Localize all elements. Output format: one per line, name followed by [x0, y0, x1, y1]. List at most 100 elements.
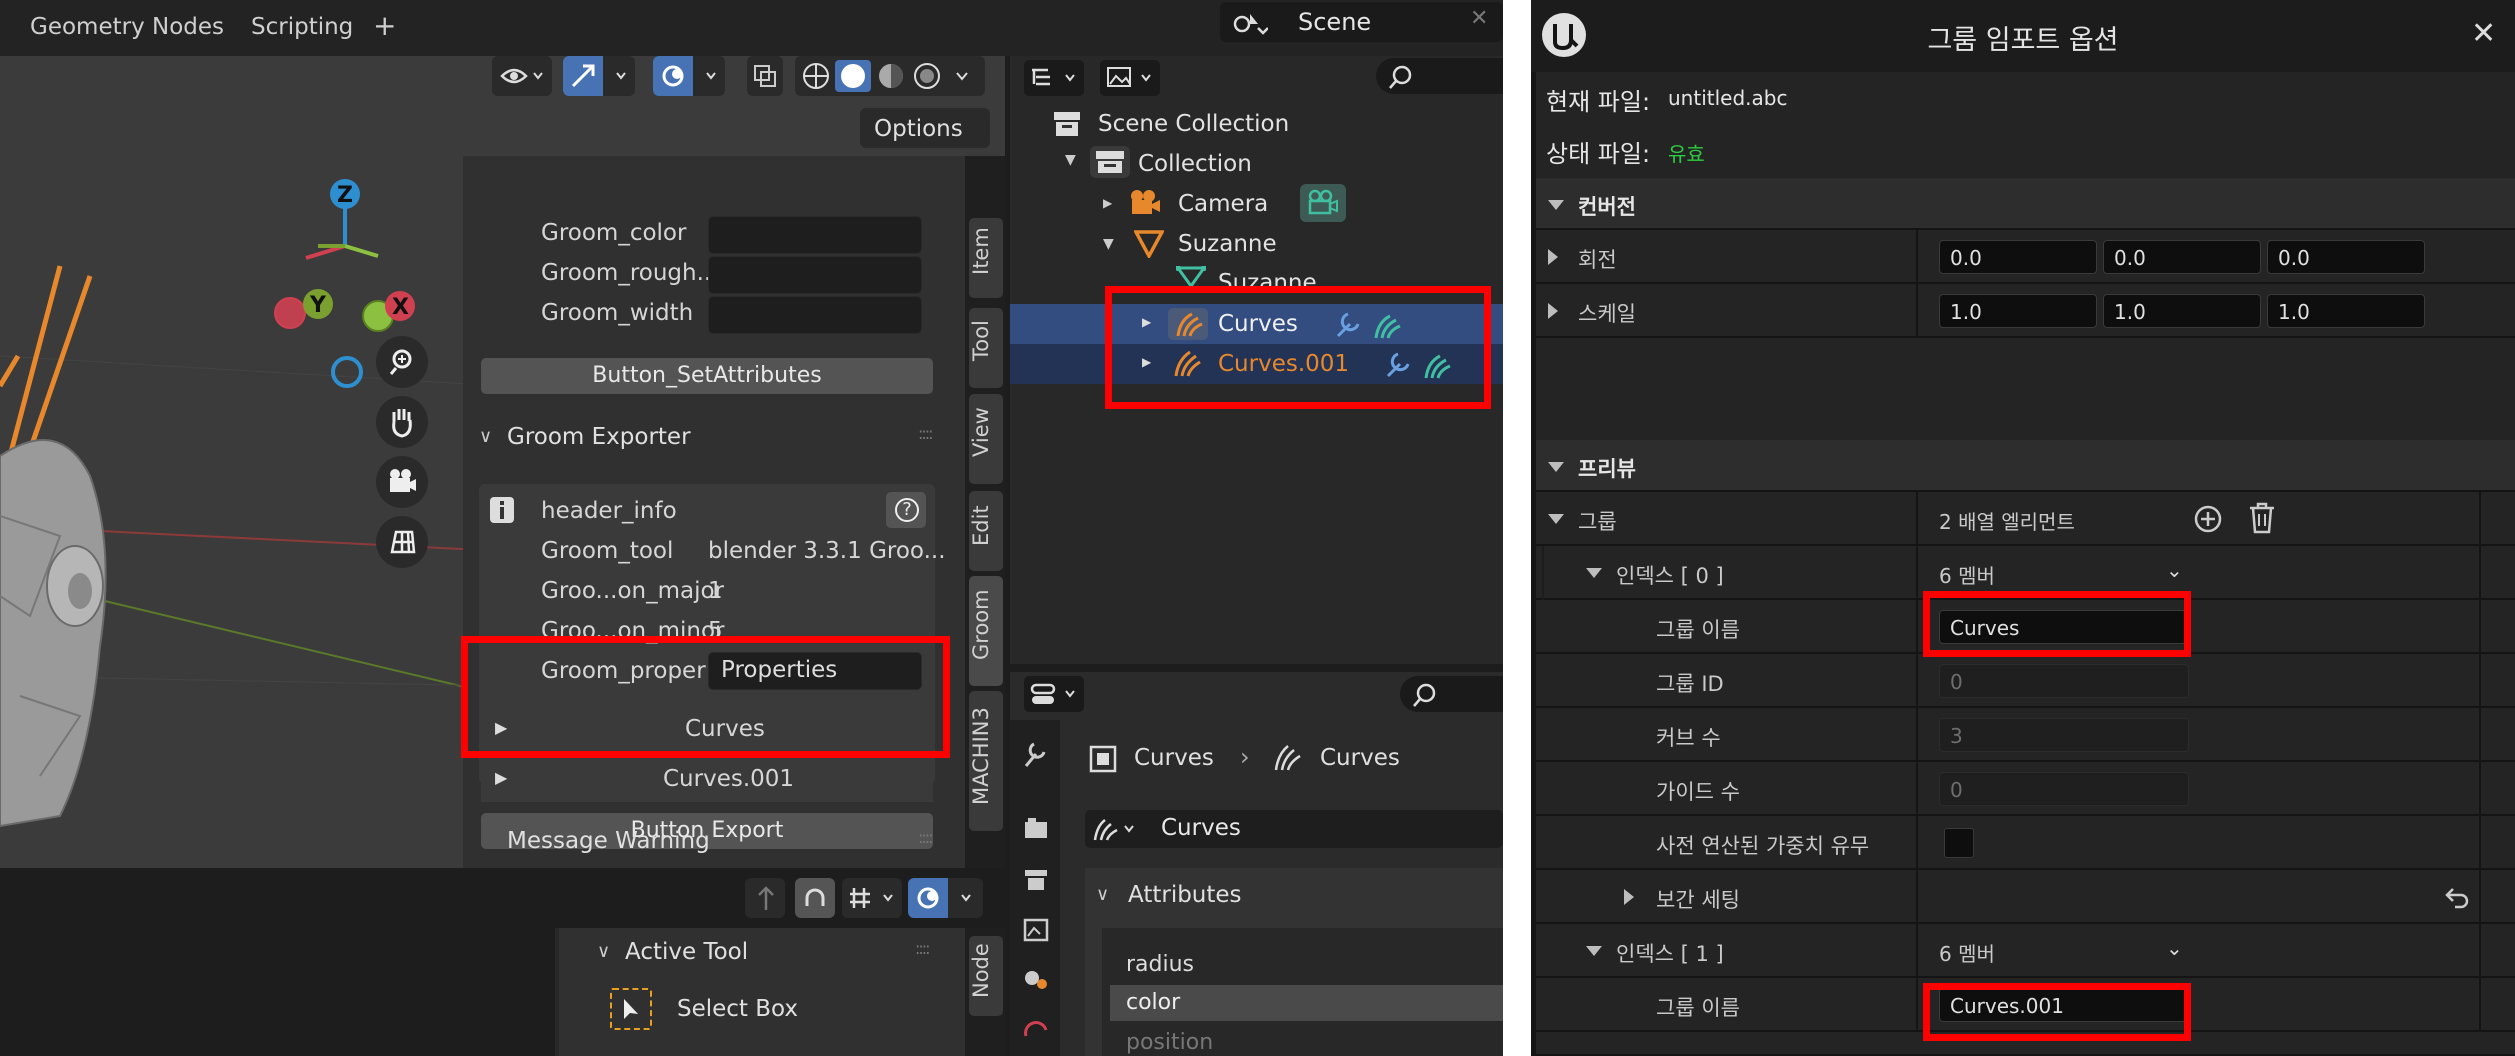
attributes-title[interactable]: Attributes [1128, 882, 1242, 908]
groom-width-field[interactable] [708, 296, 922, 334]
options-dropdown[interactable]: Options ⌄ [860, 108, 990, 168]
collapse-icon[interactable] [1548, 514, 1564, 524]
add-element-icon[interactable] [2193, 504, 2223, 534]
chevron-down-icon[interactable]: ⌄ [2166, 558, 2183, 582]
select-box-tool-icon[interactable] [610, 988, 652, 1030]
groom-label: 그룹 [1578, 510, 1617, 534]
overlay-toggle-node[interactable] [908, 878, 983, 918]
snap-mode-dropdown[interactable] [842, 878, 902, 918]
collection-label[interactable]: Collection [1138, 151, 1252, 177]
tab-geometry-nodes[interactable]: Geometry Nodes [30, 14, 224, 40]
pan-button[interactable] [376, 396, 428, 448]
curve-count-label: 커브 수 [1656, 726, 1721, 750]
group-name-label: 그룹 이름 [1656, 618, 1740, 642]
groom-color-field[interactable] [708, 216, 922, 254]
chevron-down-icon[interactable]: ∨ [597, 941, 610, 962]
collapse-icon[interactable] [1586, 946, 1602, 956]
expand-down-icon[interactable]: ▼ [1065, 152, 1076, 168]
tab-view[interactable]: View [969, 394, 1003, 484]
tab-node[interactable]: Node [969, 936, 1003, 1016]
trash-icon[interactable] [2248, 502, 2276, 534]
grid-icon [390, 530, 416, 554]
camera-icon [390, 469, 416, 492]
tab-item[interactable]: Item [969, 218, 1003, 298]
groom-rough-field[interactable] [708, 256, 922, 294]
scale-y-field[interactable]: 1.0 [2103, 294, 2261, 328]
expand-icon[interactable] [1548, 249, 1558, 265]
parent-button[interactable] [745, 878, 785, 918]
tab-edit[interactable]: Edit [969, 491, 1003, 571]
groom-array-row: 그룹 2 배열 엘리먼트 [1536, 492, 2515, 546]
chevron-down-icon[interactable]: ∨ [479, 426, 492, 447]
attribute-item[interactable]: color [1126, 990, 1180, 1015]
groom-exporter-title[interactable]: Groom Exporter [507, 424, 691, 450]
camera-icon [1308, 189, 1338, 215]
drag-handle-icon[interactable]: :::: [918, 828, 934, 847]
help-icon: ? [895, 498, 919, 522]
close-icon[interactable]: ✕ [1470, 6, 1488, 31]
camera-view-button[interactable] [376, 456, 428, 508]
shading-modes[interactable] [795, 56, 985, 96]
visibility-dropdown[interactable] [492, 56, 552, 96]
properties-tab-icons[interactable] [1022, 740, 1050, 1040]
conversion-section-header[interactable]: 컨버전 [1536, 178, 2515, 230]
expand-arrow-icon[interactable]: ▶ [495, 768, 507, 787]
close-icon[interactable]: ✕ [2471, 16, 2496, 51]
expand-arrow-icon[interactable]: ▶ [1103, 196, 1112, 210]
chevron-down-icon[interactable]: ⌄ [2166, 936, 2183, 960]
zoom-button[interactable] [376, 336, 428, 388]
set-attributes-button[interactable]: Button_SetAttributes [481, 358, 933, 394]
gizmo-toggle[interactable] [563, 56, 635, 96]
message-warning-title[interactable]: Message Warning [507, 828, 710, 854]
expand-icon[interactable] [1548, 303, 1558, 319]
rotation-x-field[interactable]: 0.0 [1939, 240, 2097, 274]
reset-icon[interactable] [2443, 885, 2471, 909]
filter-dropdown[interactable] [1100, 60, 1160, 96]
active-tool-title[interactable]: Active Tool [625, 939, 748, 965]
dialog-titlebar: 그룸 임포트 옵션 ✕ [1531, 0, 2515, 72]
groom-tool-label: Groom_tool [541, 538, 674, 564]
datablock-selector[interactable]: Curves [1085, 810, 1503, 848]
collapse-icon [1548, 462, 1564, 472]
rotation-z-field[interactable]: 0.0 [2267, 240, 2425, 274]
editor-type-dropdown[interactable] [1024, 676, 1084, 712]
overlay-toggle[interactable] [653, 56, 725, 96]
outliner-search[interactable] [1376, 58, 1503, 94]
rotation-y-field[interactable]: 0.0 [2103, 240, 2261, 274]
scene-collection-label[interactable]: Scene Collection [1098, 111, 1289, 137]
drag-handle-icon[interactable]: :::: [915, 939, 931, 958]
scene-icon [1233, 14, 1268, 35]
attribute-item[interactable]: radius [1126, 952, 1194, 977]
breadcrumb-separator-icon: › [1240, 743, 1250, 771]
scale-z-field[interactable]: 1.0 [2267, 294, 2425, 328]
curves001-item[interactable]: Curves.001 [663, 766, 794, 792]
outliner-display-mode[interactable] [1024, 60, 1084, 96]
curve-count-field: 3 [1939, 718, 2189, 752]
properties-editor[interactable]: Curves › Curves Curves ∨ Attributes radi… [1010, 672, 1503, 1056]
drag-handle-icon[interactable]: :::: [918, 424, 934, 443]
expand-icon[interactable] [1624, 889, 1634, 905]
chevron-down-icon[interactable]: ∨ [1096, 884, 1109, 905]
tab-groom[interactable]: Groom [969, 576, 1003, 686]
suzanne-mesh[interactable] [0, 396, 110, 846]
add-workspace-button[interactable]: + [373, 9, 396, 42]
help-button[interactable]: ? [886, 492, 926, 528]
collapse-icon[interactable] [1586, 568, 1602, 578]
snap-toggle[interactable] [795, 878, 835, 918]
preview-section-header[interactable]: 프리뷰 [1536, 440, 2515, 492]
node-editor[interactable]: ∨ Active Tool :::: Select Box Node [0, 868, 1005, 1056]
xray-toggle[interactable] [747, 56, 783, 96]
expand-down-icon[interactable]: ▼ [1103, 236, 1114, 252]
suzanne-label[interactable]: Suzanne [1178, 231, 1277, 257]
tab-machin3[interactable]: MACHIN3 [969, 691, 1003, 831]
tab-tool[interactable]: Tool [969, 308, 1003, 388]
camera-label[interactable]: Camera [1178, 191, 1268, 217]
groom-tool-value: blender 3.3.1 Groo... [708, 538, 946, 564]
attribute-item[interactable]: position [1126, 1030, 1213, 1055]
scene-selector[interactable]: Scene ✕ [1220, 2, 1503, 42]
tab-scripting[interactable]: Scripting [251, 14, 353, 40]
camera-data-icon[interactable] [1300, 184, 1346, 222]
scale-x-field[interactable]: 1.0 [1939, 294, 2097, 328]
properties-search[interactable] [1400, 676, 1503, 712]
ortho-toggle-button[interactable] [376, 516, 428, 568]
